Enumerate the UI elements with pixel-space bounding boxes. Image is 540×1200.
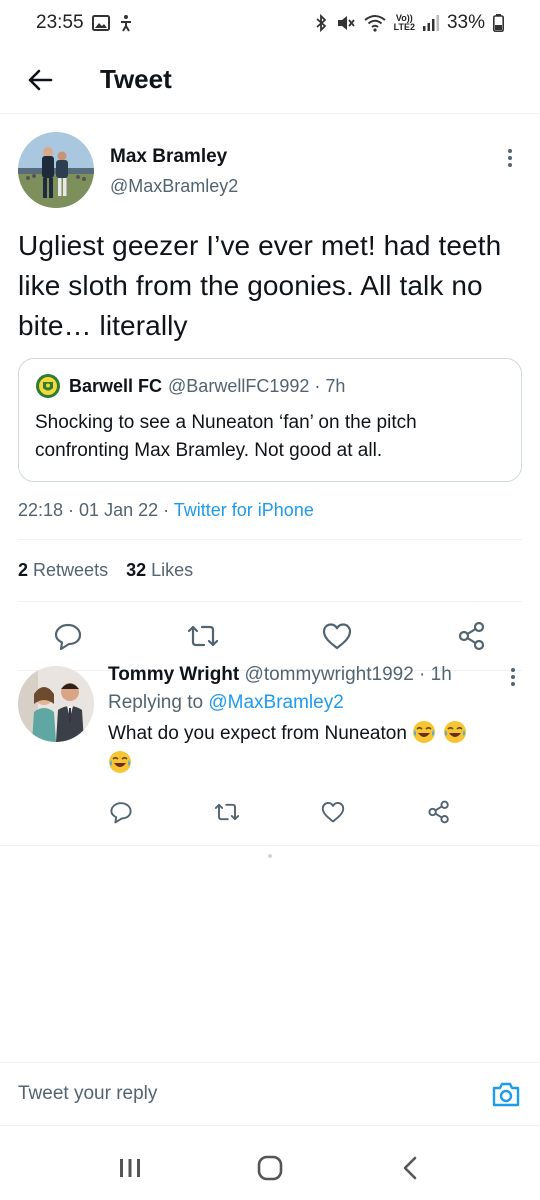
more-vertical-icon bbox=[508, 149, 512, 153]
arrow-left-icon bbox=[28, 69, 53, 90]
reply-composer: Tweet your reply bbox=[0, 1062, 540, 1126]
more-vertical-icon bbox=[511, 668, 515, 672]
tweet-author-row: Max Bramley @MaxBramley2 bbox=[18, 132, 522, 208]
author-handle[interactable]: @MaxBramley2 bbox=[110, 176, 238, 197]
comment-icon bbox=[54, 623, 82, 651]
quoted-handle-time: @BarwellFC1992 · 7h bbox=[168, 375, 346, 396]
reply-more-options-button[interactable] bbox=[504, 666, 522, 688]
accessibility-notification-icon bbox=[118, 14, 134, 32]
author-name[interactable]: Max Bramley bbox=[110, 146, 238, 168]
reply-handle-time: @tommywright1992 · 1h bbox=[244, 664, 452, 685]
battery-icon bbox=[493, 14, 504, 32]
home-icon bbox=[257, 1155, 283, 1181]
reply-input[interactable]: Tweet your reply bbox=[18, 1083, 157, 1105]
likes-stat[interactable]: 32 Likes bbox=[126, 560, 193, 581]
mute-icon bbox=[336, 14, 356, 32]
tweet-stats-row: 2 Retweets 32 Likes bbox=[18, 540, 522, 602]
more-options-button[interactable] bbox=[500, 146, 520, 170]
recent-apps-button[interactable] bbox=[108, 1146, 152, 1190]
heart-icon bbox=[321, 802, 345, 823]
tweet-text: Ugliest geezer I’ve ever met! had teeth … bbox=[18, 230, 502, 341]
tweet-source-link[interactable]: Twitter for iPhone bbox=[174, 500, 314, 520]
author-avatar[interactable] bbox=[18, 132, 94, 208]
club-logo-icon bbox=[36, 374, 60, 398]
gallery-notification-icon bbox=[91, 15, 110, 31]
quoted-tweet-text: Shocking to see a Nuneaton ‘fan’ on the … bbox=[35, 412, 417, 461]
back-button[interactable] bbox=[18, 58, 62, 102]
camera-icon bbox=[492, 1082, 520, 1107]
bluetooth-icon bbox=[314, 14, 328, 32]
status-time: 23:55 bbox=[36, 12, 84, 33]
share-icon bbox=[458, 621, 485, 651]
quoted-tweet-card[interactable]: Barwell FC @BarwellFC1992 · 7h Shocking … bbox=[18, 358, 522, 482]
signal-icon bbox=[422, 15, 439, 31]
home-button[interactable] bbox=[248, 1146, 292, 1190]
retweet-icon bbox=[214, 803, 240, 821]
reply-author-name[interactable]: Tommy Wright bbox=[108, 664, 239, 685]
reply-reply-button[interactable] bbox=[108, 799, 134, 825]
reply-tweet[interactable]: Tommy Wright @tommywright1992 · 1h Reply… bbox=[0, 648, 540, 846]
heart-icon bbox=[323, 623, 352, 650]
quoted-author-name: Barwell FC bbox=[69, 375, 163, 396]
tears-of-joy-emoji-icon bbox=[109, 751, 131, 773]
tweet-timestamp-row: 22:18 · 01 Jan 22 · Twitter for iPhone bbox=[18, 500, 522, 540]
tweet-timestamp: 22:18 · 01 Jan 22 · bbox=[18, 500, 174, 520]
wifi-icon bbox=[364, 14, 386, 32]
main-tweet: Max Bramley @MaxBramley2 Ugliest geezer … bbox=[0, 114, 540, 671]
retweets-stat[interactable]: 2 Retweets bbox=[18, 560, 108, 581]
reply-actions-row bbox=[108, 779, 460, 831]
system-navigation-bar bbox=[0, 1136, 540, 1200]
share-icon bbox=[428, 800, 449, 824]
loading-indicator bbox=[268, 854, 272, 858]
replying-to-line: Replying to @MaxBramley2 bbox=[108, 692, 344, 713]
reply-author-avatar[interactable] bbox=[18, 666, 94, 742]
tears-of-joy-emoji-icon bbox=[413, 721, 436, 743]
reply-text: What do you expect from Nuneaton bbox=[108, 719, 522, 779]
status-bar: 23:55 Vo)) LTE2 33% bbox=[0, 0, 540, 46]
system-back-button[interactable] bbox=[388, 1146, 432, 1190]
reply-share-button[interactable] bbox=[426, 799, 452, 825]
reply-retweet-button[interactable] bbox=[214, 799, 240, 825]
top-app-bar: Tweet bbox=[0, 46, 540, 114]
camera-button[interactable] bbox=[490, 1078, 522, 1110]
reply-like-button[interactable] bbox=[320, 799, 346, 825]
comment-icon bbox=[110, 802, 132, 824]
tears-of-joy-emoji-icon bbox=[444, 721, 467, 743]
retweet-icon bbox=[187, 625, 218, 647]
battery-percent: 33% bbox=[446, 12, 485, 33]
replying-to-mention[interactable]: @MaxBramley2 bbox=[208, 692, 343, 713]
page-title: Tweet bbox=[100, 64, 172, 94]
recent-apps-icon bbox=[120, 1159, 140, 1177]
network-type-label: Vo)) LTE2 bbox=[393, 13, 415, 32]
chevron-left-icon bbox=[403, 1156, 417, 1180]
